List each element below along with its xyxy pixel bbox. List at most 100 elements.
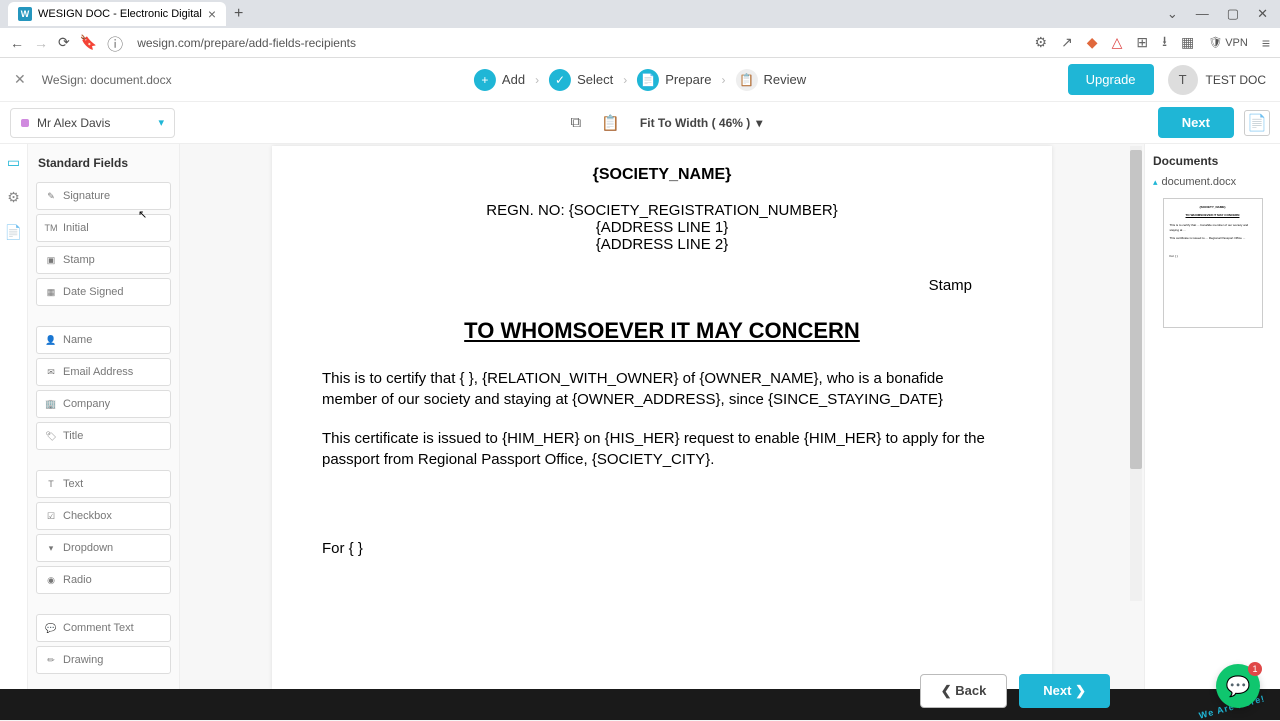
documents-panel: Documents ▴ document.docx {SOCIETY_NAME}… — [1144, 144, 1280, 689]
user-name: TEST DOC — [1206, 73, 1266, 87]
doc-addr2: {ADDRESS LINE 2} — [322, 236, 1002, 253]
translate-icon[interactable]: ⚙ — [1035, 34, 1048, 51]
field-radio[interactable]: ◉Radio — [36, 566, 171, 594]
shield-icon[interactable]: ◆ — [1087, 34, 1098, 51]
window-controls: ⌄ — ▢ ✕ — [1167, 6, 1280, 22]
doc-society-name: {SOCIETY_NAME} — [322, 166, 1002, 184]
nav-back-icon[interactable]: ← — [10, 35, 24, 51]
field-checkbox[interactable]: ☑Checkbox — [36, 502, 171, 530]
doc-for-line: For { } — [322, 540, 1002, 557]
checkbox-icon: ☑ — [45, 510, 57, 522]
field-date-signed[interactable]: ▦Date Signed — [36, 278, 171, 306]
step-select[interactable]: ✓ Select — [549, 69, 613, 91]
paste-icon[interactable]: 📋 — [601, 114, 620, 132]
nav-forward-icon[interactable]: → — [34, 35, 48, 51]
settings-tab-icon[interactable]: ⚙ — [7, 189, 20, 206]
tab-favicon: W — [18, 7, 32, 21]
user-menu[interactable]: T TEST DOC — [1168, 65, 1266, 95]
field-initial[interactable]: TMInitial — [36, 214, 171, 242]
field-stamp[interactable]: ▣Stamp — [36, 246, 171, 274]
step-review[interactable]: 📋 Review — [735, 69, 806, 91]
chevron-down-icon: ▾ — [756, 116, 762, 130]
next-top-button[interactable]: Next — [1158, 107, 1234, 138]
maximize-icon[interactable]: ▢ — [1227, 6, 1239, 22]
fields-tab-icon[interactable]: ▭ — [7, 154, 20, 171]
stamp-icon: ▣ — [45, 254, 57, 266]
pencil-icon: ✏ — [45, 654, 57, 666]
fields-panel: Standard Fields ✎Signature TMInitial ▣St… — [28, 144, 180, 689]
doc-para2: This certificate is issued to {HIM_HER} … — [322, 428, 1002, 470]
close-prepare-icon[interactable]: ✕ — [14, 71, 26, 88]
menu-icon[interactable]: ≡ — [1262, 35, 1270, 51]
reload-icon[interactable]: ⟳ — [58, 34, 70, 51]
back-button[interactable]: ❮ Back — [920, 674, 1008, 708]
chevron-right-icon: › — [721, 73, 725, 87]
canvas-scrollbar[interactable] — [1130, 146, 1142, 601]
workflow-stepper: + Add › ✓ Select › 📄 Prepare › 📋 Review — [474, 69, 806, 91]
upgrade-button[interactable]: Upgrade — [1068, 64, 1154, 95]
doc-heading: TO WHOMSOEVER IT MAY CONCERN — [322, 318, 1002, 344]
minimize-icon[interactable]: — — [1196, 6, 1209, 22]
field-email[interactable]: ✉Email Address — [36, 358, 171, 386]
fields-heading: Standard Fields — [28, 144, 179, 178]
field-dropdown[interactable]: ▾Dropdown — [36, 534, 171, 562]
browser-tab[interactable]: W WESIGN DOC - Electronic Digital × — [8, 2, 226, 26]
initial-icon: TM — [45, 222, 57, 234]
signature-icon: ✎ — [45, 190, 57, 202]
doc-tree-item[interactable]: ▴ document.docx — [1153, 176, 1272, 188]
chevron-down-icon[interactable]: ⌄ — [1167, 6, 1178, 22]
recipient-dropdown[interactable]: Mr Alex Davis ▾ — [10, 108, 175, 138]
review-icon: 📋 — [735, 69, 757, 91]
documents-heading: Documents — [1153, 154, 1272, 168]
app-topbar: ✕ WeSign: document.docx + Add › ✓ Select… — [0, 58, 1280, 102]
left-rail: ▭ ⚙ 📄 — [0, 144, 28, 689]
caret-up-icon: ▴ — [1153, 177, 1158, 188]
field-text[interactable]: TText — [36, 470, 171, 498]
chat-bubble[interactable]: 💬 1 — [1216, 664, 1260, 708]
field-drawing[interactable]: ✏Drawing — [36, 646, 171, 674]
doc-stamp-label: Stamp — [322, 277, 972, 294]
doc-para1: This is to certify that { }, {RELATION_W… — [322, 368, 1002, 410]
site-info-icon[interactable]: ⓘ — [107, 31, 123, 55]
email-icon: ✉ — [45, 366, 57, 378]
next-button[interactable]: Next ❯ — [1019, 674, 1110, 708]
share-icon[interactable]: ↗ — [1061, 34, 1073, 51]
triangle-icon[interactable]: △ — [1112, 34, 1123, 51]
radio-icon: ◉ — [45, 574, 57, 586]
building-icon: 🏢 — [45, 398, 57, 410]
field-title[interactable]: 🏷Title — [36, 422, 171, 450]
chevron-right-icon: › — [623, 73, 627, 87]
doc-regn: REGN. NO: {SOCIETY_REGISTRATION_NUMBER} — [322, 202, 1002, 219]
field-comment[interactable]: 💬Comment Text — [36, 614, 171, 642]
pages-tab-icon[interactable]: 📄 — [5, 224, 22, 241]
field-company[interactable]: 🏢Company — [36, 390, 171, 418]
tab-close-icon[interactable]: × — [208, 6, 216, 22]
page-fields-icon[interactable]: 📄 — [1244, 110, 1270, 136]
zoom-dropdown[interactable]: Fit To Width ( 46% ) ▾ — [640, 116, 762, 130]
text-icon: T — [45, 478, 57, 490]
close-window-icon[interactable]: ✕ — [1257, 6, 1268, 22]
copy-icon[interactable]: ⧉ — [571, 114, 582, 131]
new-tab-button[interactable]: + — [234, 5, 243, 23]
bottom-nav: ❮ Back Next ❯ — [920, 674, 1110, 708]
step-prepare[interactable]: 📄 Prepare — [637, 69, 711, 91]
field-signature[interactable]: ✎Signature — [36, 182, 171, 210]
avatar: T — [1168, 65, 1198, 95]
url-bar[interactable]: wesign.com/prepare/add-fields-recipients — [133, 36, 1024, 50]
bookmark-outline-icon[interactable]: 🔖 — [80, 34, 97, 51]
document-icon: 📄 — [637, 69, 659, 91]
extensions-icon[interactable]: ⊞ — [1136, 34, 1148, 51]
vpn-badge[interactable]: 🛡 VPN — [1208, 36, 1248, 49]
sub-toolbar: Mr Alex Davis ▾ ⧉ 📋 Fit To Width ( 46% )… — [0, 102, 1280, 144]
comment-icon: 💬 — [45, 622, 57, 634]
document-canvas[interactable]: {SOCIETY_NAME} REGN. NO: {SOCIETY_REGIST… — [180, 144, 1144, 689]
page-thumbnail[interactable]: {SOCIETY_NAME} TO WHOMSOEVER IT MAY CONC… — [1163, 198, 1263, 328]
field-name[interactable]: 👤Name — [36, 326, 171, 354]
document-page[interactable]: {SOCIETY_NAME} REGN. NO: {SOCIETY_REGIST… — [272, 146, 1052, 689]
downloads-icon[interactable]: ⭳ — [1162, 31, 1167, 55]
doc-addr1: {ADDRESS LINE 1} — [322, 219, 1002, 236]
doc-label: WeSign: document.docx — [42, 73, 172, 87]
calendar-icon[interactable]: ▦ — [1181, 34, 1194, 51]
chevron-right-icon: › — [535, 73, 539, 87]
step-add[interactable]: + Add — [474, 69, 525, 91]
